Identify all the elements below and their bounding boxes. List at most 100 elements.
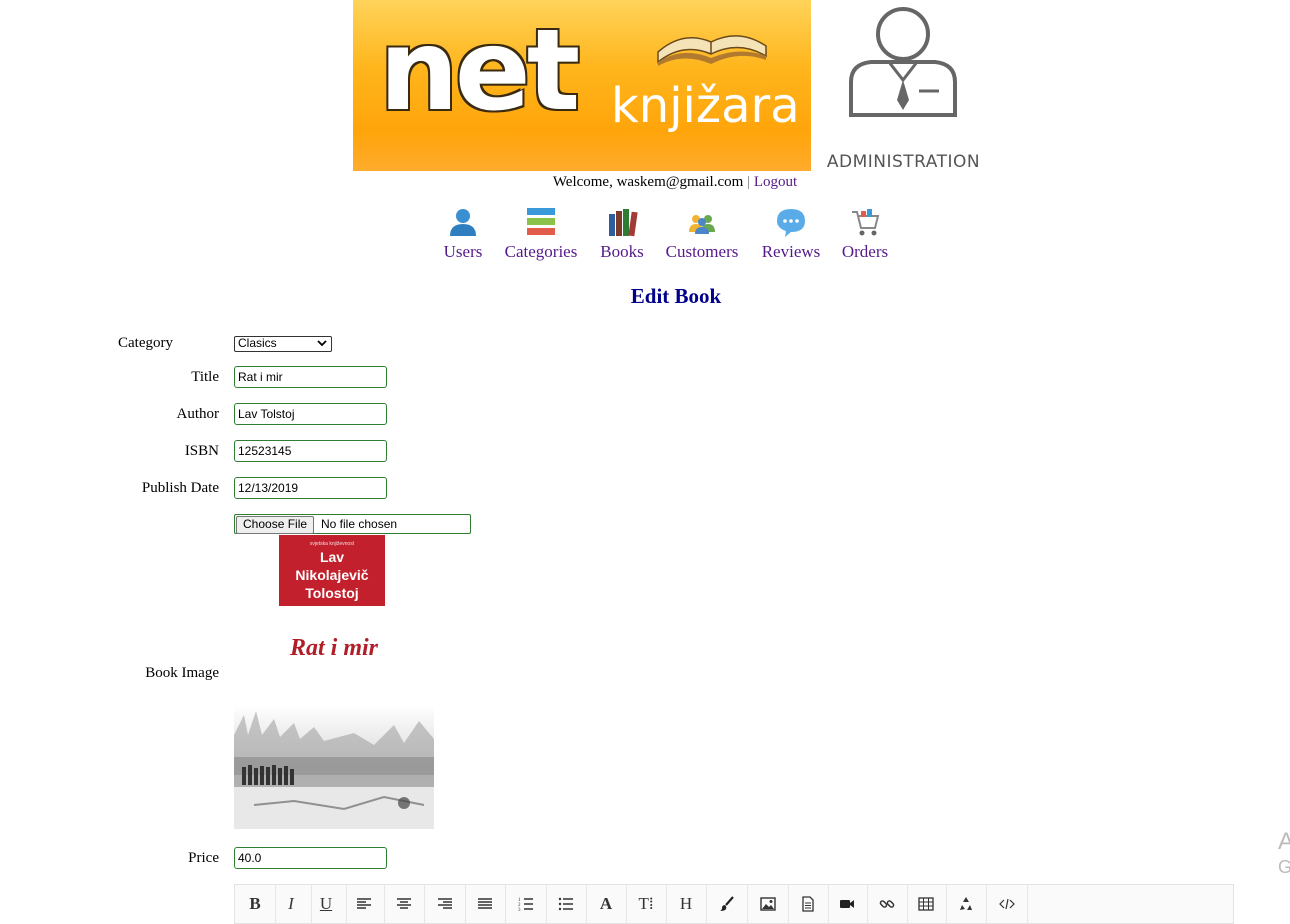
align-right-button[interactable] xyxy=(425,885,466,923)
nav-label-categories: Categories xyxy=(504,242,578,261)
code-view-icon xyxy=(999,898,1015,910)
file-status-text: No file chosen xyxy=(321,517,398,531)
category-label: Category xyxy=(118,335,173,351)
table-button[interactable] xyxy=(906,885,947,923)
font-size-button[interactable]: T⁞ xyxy=(626,885,667,923)
image-button[interactable] xyxy=(748,885,789,923)
nav-label-customers: Customers xyxy=(665,242,739,261)
corner-glyph-top: A xyxy=(1278,828,1290,855)
cover-publisher-line: svjetska književnost xyxy=(309,541,355,547)
table-icon xyxy=(918,897,934,911)
align-right-icon xyxy=(438,898,452,909)
underline-button[interactable]: U xyxy=(306,885,347,923)
brush-icon xyxy=(720,896,734,911)
cover-author-line-1: Lav xyxy=(319,549,345,565)
recycle-icon xyxy=(960,897,972,910)
brush-button[interactable] xyxy=(707,885,748,923)
administration-logo: ADMINISTRATION xyxy=(811,0,996,172)
svg-text:3: 3 xyxy=(518,908,521,912)
nav-label-books: Books xyxy=(600,242,644,261)
title-label: Title xyxy=(191,369,219,385)
align-center-button[interactable] xyxy=(384,885,425,923)
category-select[interactable]: Clasics xyxy=(234,336,332,352)
administrator-icon xyxy=(849,7,957,117)
nav-label-orders: Orders xyxy=(841,242,889,261)
logout-link[interactable]: Logout xyxy=(754,174,797,190)
cart-icon xyxy=(852,209,880,236)
chevron-down-icon xyxy=(317,340,327,347)
video-icon xyxy=(840,900,854,908)
nav-item-reviews[interactable]: Reviews xyxy=(759,206,823,262)
align-left-icon xyxy=(357,898,371,909)
customers-icon xyxy=(689,215,715,234)
nav-item-users[interactable]: Users xyxy=(442,206,484,262)
font-size-glyph: T⁞ xyxy=(638,894,654,913)
align-center-icon xyxy=(397,898,411,909)
title-input[interactable] xyxy=(234,366,387,388)
heading-button[interactable]: H xyxy=(666,885,707,923)
ordered-list-icon: 123 xyxy=(518,898,533,912)
nav-label-users: Users xyxy=(443,242,483,261)
publish-date-label: Publish Date xyxy=(141,480,219,496)
nav-item-orders[interactable]: Orders xyxy=(840,206,890,262)
italic-glyph: I xyxy=(288,894,294,913)
link-icon xyxy=(879,900,895,908)
recycle-button[interactable] xyxy=(946,885,987,923)
cover-title: Rat i mir xyxy=(289,635,379,661)
administration-label: ADMINISTRATION xyxy=(826,152,981,172)
logo-text-knjizara: knjižara xyxy=(611,78,800,134)
book-image-label: Book Image xyxy=(145,665,219,681)
cover-winter-scene xyxy=(234,705,434,829)
welcome-separator: | xyxy=(747,174,751,190)
price-label: Price xyxy=(188,850,219,866)
category-selected-value: Clasics xyxy=(238,336,277,350)
underline-glyph: U xyxy=(319,894,333,913)
link-button[interactable] xyxy=(867,885,908,923)
user-icon xyxy=(450,209,476,236)
price-input[interactable] xyxy=(234,847,387,869)
welcome-bar: Welcome, waskem@gmail.com | Logout xyxy=(0,174,1290,191)
books-icon xyxy=(609,209,638,237)
nav-label-reviews: Reviews xyxy=(761,242,821,261)
document-button[interactable] xyxy=(788,885,829,923)
reviews-icon xyxy=(777,209,805,237)
book-image-file-input[interactable]: Choose File No file chosen xyxy=(234,514,471,534)
ordered-list-button[interactable]: 123 xyxy=(506,885,547,923)
cover-author-line-2: Nikolajevič xyxy=(295,567,369,583)
unordered-list-button[interactable] xyxy=(546,885,587,923)
logo-reflection xyxy=(353,131,811,171)
rich-text-toolbar: B I U 123 A T⁞ H xyxy=(234,884,1234,924)
nav-item-categories[interactable]: Categories xyxy=(502,206,580,262)
image-icon xyxy=(760,897,776,911)
corner-glyph-bottom: G xyxy=(1278,857,1290,877)
categories-icon xyxy=(527,208,555,235)
font-color-button[interactable]: A xyxy=(586,885,627,923)
publish-date-input[interactable] xyxy=(234,477,387,499)
cut-off-corner-text: A G xyxy=(1278,828,1290,878)
netknjizara-logo: net knjižara xyxy=(353,0,811,171)
choose-file-button[interactable]: Choose File xyxy=(236,516,315,534)
font-color-glyph: A xyxy=(599,894,613,913)
video-button[interactable] xyxy=(827,885,868,923)
justify-icon xyxy=(478,898,492,909)
justify-button[interactable] xyxy=(465,885,506,923)
cover-author-block: svjetska književnost Lav Nikolajevič Tol… xyxy=(279,535,385,606)
bold-glyph: B xyxy=(249,894,261,913)
page-title: Edit Book xyxy=(630,284,722,308)
unordered-list-icon xyxy=(558,897,573,911)
author-input[interactable] xyxy=(234,403,387,425)
nav-item-customers[interactable]: Customers xyxy=(663,206,741,262)
isbn-label: ISBN xyxy=(184,443,219,459)
open-book-icon xyxy=(657,35,767,66)
book-cover-image: svjetska književnost Lav Nikolajevič Tol… xyxy=(234,535,434,829)
isbn-input[interactable] xyxy=(234,440,387,462)
code-view-button[interactable] xyxy=(987,885,1028,923)
cover-author-line-3: Tolostoj xyxy=(305,585,359,601)
logo-text-net: net xyxy=(379,6,580,136)
author-label: Author xyxy=(176,406,220,422)
nav-item-books[interactable]: Books xyxy=(598,206,646,262)
align-left-button[interactable] xyxy=(344,885,385,923)
document-icon xyxy=(802,896,814,912)
welcome-text: Welcome, waskem@gmail.com xyxy=(552,174,744,190)
bold-button[interactable]: B xyxy=(235,885,276,923)
